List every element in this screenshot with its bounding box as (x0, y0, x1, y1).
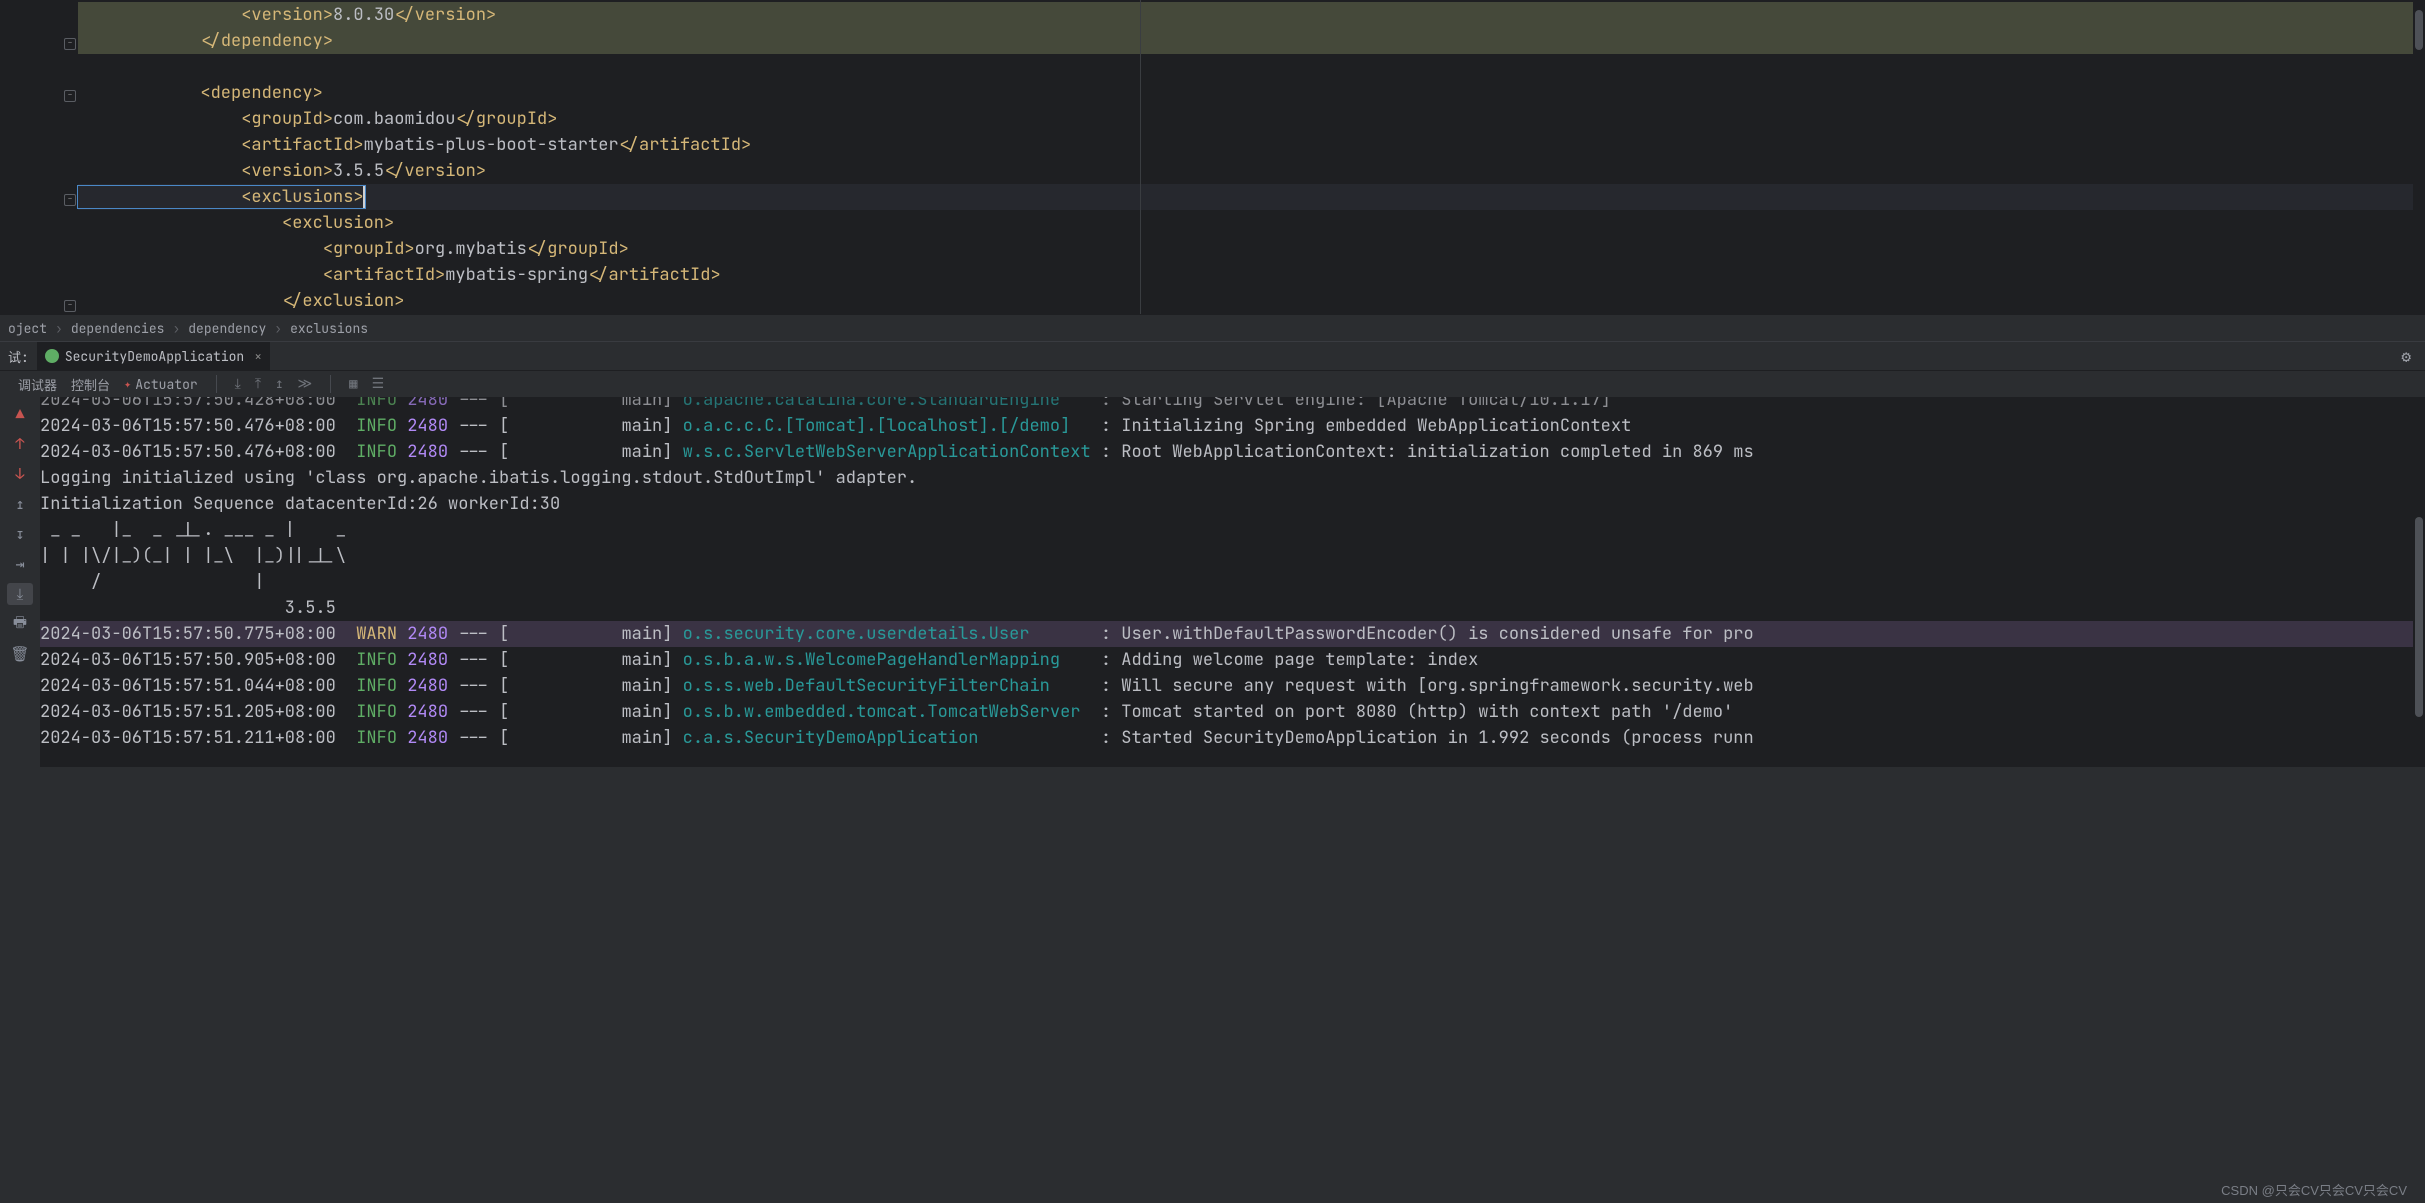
run-config-tab[interactable]: SecurityDemoApplication × (37, 342, 270, 370)
tab-debugger[interactable]: 调试器 (18, 375, 57, 394)
soft-wrap-icon[interactable]: ⇥ (7, 553, 33, 575)
upload-icon[interactable]: ↥ (275, 375, 283, 393)
editor-pane[interactable]: – – – – <version>8.0.30</version> </depe… (0, 0, 2425, 314)
actuator-icon: ✦ (124, 376, 131, 392)
log-line[interactable]: | | |\/|_)(_| | |_\ |_)||_|_\ (40, 543, 2425, 569)
code-line[interactable] (78, 54, 2425, 80)
trash-icon[interactable]: 🗑 (7, 643, 33, 665)
console-toolbar: ▲ ↑ ↓ ↥ ↧ ⇥ ⤓ 🖶 🗑 (0, 397, 40, 767)
code-line[interactable]: <version>3.5.5</version> (78, 158, 2425, 184)
console-scrollbar[interactable] (2413, 397, 2425, 767)
code-line[interactable]: <artifactId>mybatis-plus-boot-starter</a… (78, 132, 2425, 158)
gear-icon[interactable]: ⚙ (2401, 346, 2411, 367)
log-line[interactable]: 3.5.5 (40, 595, 2425, 621)
code-line[interactable]: <artifactId>mybatis-spring</artifactId> (78, 262, 2425, 288)
log-line[interactable]: 2024-03-06T15:57:51.211+08:00 INFO 2480 … (40, 725, 2425, 751)
log-line[interactable]: Logging initialized using 'class org.apa… (40, 465, 2425, 491)
code-line[interactable]: <groupId>com.baomidou</groupId> (78, 106, 2425, 132)
console-output[interactable]: 2024-03-06T15:57:50.428+08:00 INFO 2480 … (40, 397, 2425, 767)
log-line[interactable]: 2024-03-06T15:57:50.775+08:00 WARN 2480 … (40, 621, 2425, 647)
code-line[interactable]: </dependency> (78, 28, 2425, 54)
fold-marker-icon[interactable]: – (64, 194, 76, 206)
run-tab-bar: 试: SecurityDemoApplication × ⚙ (0, 341, 2425, 370)
close-icon[interactable]: × (254, 348, 262, 365)
watermark: CSDN @只会CV只会CV只会CV (2221, 1180, 2407, 1199)
log-line[interactable]: 2024-03-06T15:57:51.205+08:00 INFO 2480 … (40, 699, 2425, 725)
separator (330, 375, 331, 393)
code-content[interactable]: <version>8.0.30</version> </dependency> … (78, 0, 2425, 314)
log-line[interactable]: Initialization Sequence datacenterId:26 … (40, 491, 2425, 517)
spring-boot-icon (45, 349, 59, 363)
code-line[interactable]: <exclusion> (78, 210, 2425, 236)
breadcrumb-item[interactable]: dependencies (63, 320, 173, 337)
run-config-name: SecurityDemoApplication (65, 348, 244, 365)
editor-scrollbar[interactable] (2413, 0, 2425, 314)
fold-marker-icon[interactable]: – (64, 38, 76, 50)
code-line[interactable]: <dependency> (78, 80, 2425, 106)
down-arrow-icon[interactable]: ↓ (7, 463, 33, 485)
filter-icon[interactable]: ≫ (298, 375, 313, 393)
log-line[interactable]: 2024-03-06T15:57:50.905+08:00 INFO 2480 … (40, 647, 2425, 673)
tab-console[interactable]: 控制台 (71, 375, 110, 394)
export-icon[interactable]: ⤓ (235, 375, 241, 393)
chevron-right-icon: › (274, 320, 282, 337)
code-line[interactable]: <exclusions> (78, 184, 2425, 210)
breadcrumb-item[interactable]: oject (0, 320, 55, 337)
right-margin-line (1140, 0, 1141, 314)
log-line[interactable]: 2024-03-06T15:57:50.476+08:00 INFO 2480 … (40, 413, 2425, 439)
log-line[interactable]: 2024-03-06T15:57:50.476+08:00 INFO 2480 … (40, 439, 2425, 465)
tab-actuator[interactable]: ✦Actuator (124, 376, 198, 393)
import-icon[interactable]: ⤒ (255, 375, 261, 393)
code-line[interactable]: <version>8.0.30</version> (78, 2, 2425, 28)
settings-icon[interactable]: ☰ (372, 375, 385, 393)
up-arrow-icon[interactable]: ↑ (7, 433, 33, 455)
chevron-right-icon: › (55, 320, 63, 337)
log-line[interactable]: 2024-03-06T15:57:51.044+08:00 INFO 2480 … (40, 673, 2425, 699)
stack-down-icon[interactable]: ↧ (7, 523, 33, 545)
stop-icon[interactable]: ▲ (7, 403, 33, 425)
breadcrumb[interactable]: oject› dependencies› dependency› exclusi… (0, 314, 2425, 341)
code-line[interactable]: </exclusion> (78, 288, 2425, 314)
print-icon[interactable]: 🖶 (7, 613, 33, 635)
run-label: 试: (0, 347, 37, 366)
separator (216, 375, 217, 393)
debug-tool-tabs: 调试器 控制台 ✦Actuator ⤓ ⤒ ↥ ≫ ▦ ☰ (0, 370, 2425, 397)
fold-marker-icon[interactable]: – (64, 300, 76, 312)
stack-up-icon[interactable]: ↥ (7, 493, 33, 515)
breadcrumb-item[interactable]: dependency (180, 320, 274, 337)
breadcrumb-item[interactable]: exclusions (282, 320, 376, 337)
console-panel: ▲ ↑ ↓ ↥ ↧ ⇥ ⤓ 🖶 🗑 2024-03-06T15:57:50.42… (0, 397, 2425, 767)
log-line[interactable]: _ _ |_ _ _|_. ___ _ | _ (40, 517, 2425, 543)
fold-marker-icon[interactable]: – (64, 90, 76, 102)
log-line[interactable]: 2024-03-06T15:57:50.428+08:00 INFO 2480 … (40, 397, 2425, 413)
layout-icon[interactable]: ▦ (349, 375, 357, 393)
editor-gutter: – – – – (0, 0, 78, 314)
scroll-to-end-icon[interactable]: ⤓ (7, 583, 33, 605)
code-line[interactable]: <groupId>org.mybatis</groupId> (78, 236, 2425, 262)
log-line[interactable]: / | (40, 569, 2425, 595)
chevron-right-icon: › (172, 320, 180, 337)
